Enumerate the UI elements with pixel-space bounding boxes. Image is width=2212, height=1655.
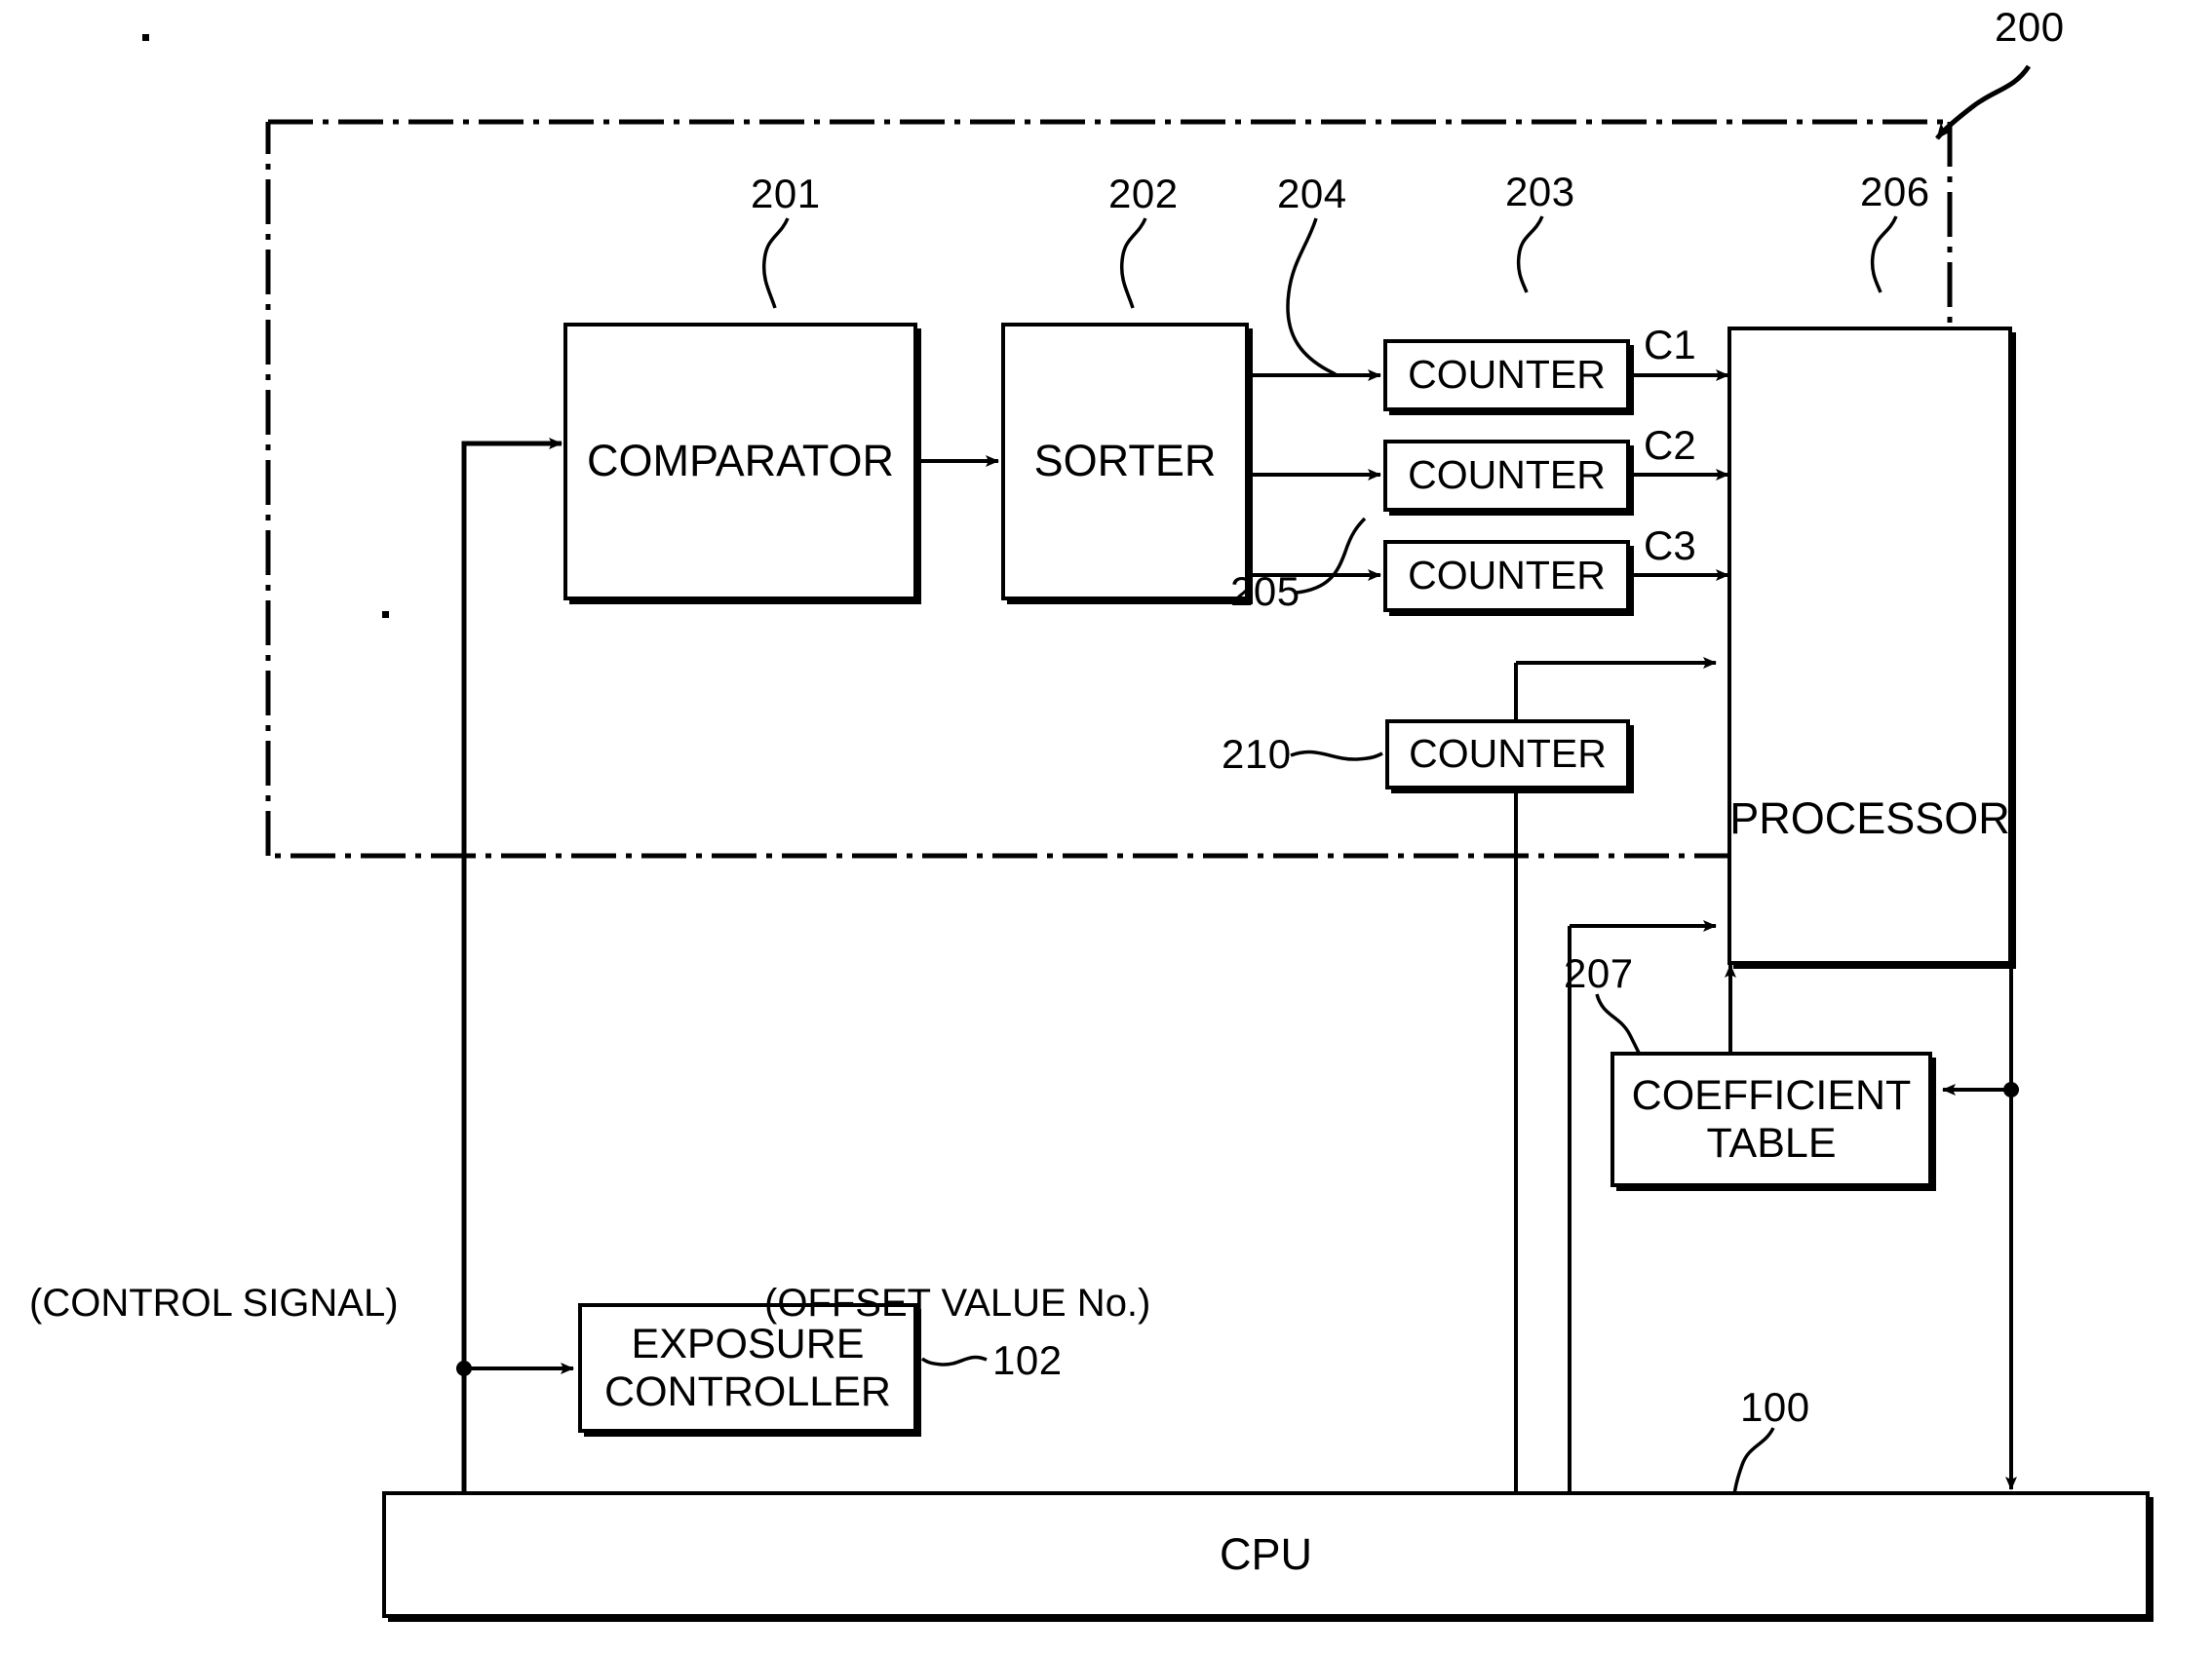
block-sorter[interactable]: SORTER bbox=[1001, 323, 1249, 600]
ref-207: 207 bbox=[1564, 950, 1634, 996]
ref-210: 210 bbox=[1222, 731, 1292, 777]
signal-c1: C1 bbox=[1644, 322, 1696, 367]
block-counter-3[interactable]: COUNTER bbox=[1383, 540, 1630, 612]
counter-3-label: COUNTER bbox=[1408, 553, 1606, 598]
signal-c2: C2 bbox=[1644, 422, 1696, 468]
exposure-controller-label-line2: CONTROLLER bbox=[604, 1367, 891, 1415]
ref-201: 201 bbox=[751, 171, 821, 216]
ref-200: 200 bbox=[1995, 4, 2065, 50]
signal-c3: C3 bbox=[1644, 522, 1696, 568]
block-counter-1[interactable]: COUNTER bbox=[1383, 339, 1630, 411]
scan-speck bbox=[382, 611, 389, 618]
ref-202: 202 bbox=[1108, 171, 1179, 216]
ref-206: 206 bbox=[1860, 169, 1930, 214]
annotation-control-signal: (CONTROL SIGNAL) bbox=[29, 1282, 399, 1325]
patent-figure: COMPARATOR SORTER COUNTER COUNTER COUNTE… bbox=[0, 0, 2212, 1655]
ref-102: 102 bbox=[992, 1337, 1063, 1383]
ref-100: 100 bbox=[1740, 1384, 1810, 1430]
comparator-label: COMPARATOR bbox=[586, 436, 895, 486]
block-cpu[interactable]: CPU bbox=[382, 1491, 2150, 1618]
scan-speck bbox=[142, 34, 149, 41]
block-processor[interactable]: PROCESSOR bbox=[1727, 327, 2012, 965]
coefficient-table-label-line1: COEFFICIENT bbox=[1631, 1072, 1912, 1120]
counter-1-label: COUNTER bbox=[1408, 352, 1606, 398]
block-coefficient-table[interactable]: COEFFICIENT TABLE bbox=[1610, 1052, 1932, 1187]
annotation-offset-value: (OFFSET VALUE No.) bbox=[764, 1282, 1151, 1325]
coefficient-table-label-line2: TABLE bbox=[1706, 1119, 1837, 1167]
exposure-controller-label-line1: EXPOSURE bbox=[631, 1321, 865, 1368]
processor-label: PROCESSOR bbox=[1729, 792, 2010, 843]
sorter-label: SORTER bbox=[1033, 436, 1217, 486]
counter-210-label: COUNTER bbox=[1409, 731, 1607, 777]
ref-203: 203 bbox=[1505, 169, 1575, 214]
block-counter-210[interactable]: COUNTER bbox=[1385, 719, 1630, 789]
ref-204: 204 bbox=[1277, 171, 1347, 216]
counter-2-label: COUNTER bbox=[1408, 452, 1606, 498]
cpu-label: CPU bbox=[1219, 1528, 1312, 1579]
block-counter-2[interactable]: COUNTER bbox=[1383, 440, 1630, 512]
block-comparator[interactable]: COMPARATOR bbox=[563, 323, 917, 600]
ref-205: 205 bbox=[1230, 568, 1300, 614]
